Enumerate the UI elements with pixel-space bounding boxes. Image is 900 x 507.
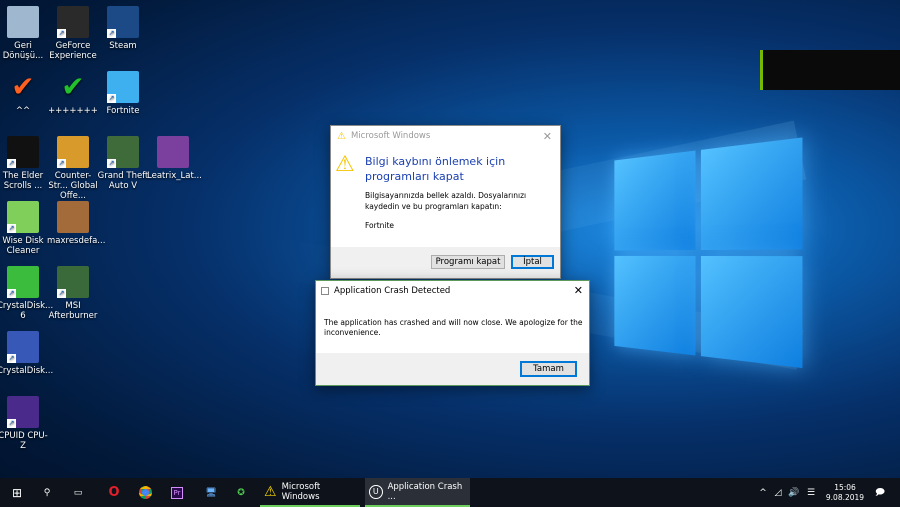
cancel-button[interactable]: İptal bbox=[511, 255, 554, 269]
desktop-icon-label: CrystalDisk... 6 bbox=[0, 301, 54, 321]
image-file-icon bbox=[57, 201, 89, 233]
desktop-icon-label: Steam bbox=[109, 41, 137, 51]
crystaldisk-icon: ↗ bbox=[7, 266, 39, 298]
keyboard-icon[interactable]: ☰ bbox=[802, 478, 820, 507]
clock[interactable]: 15:06 9.08.2019 bbox=[822, 478, 868, 507]
dialog-message: Bilgisayarınızda bellek azaldı. Dosyalar… bbox=[365, 191, 527, 211]
shortcut-arrow-icon: ↗ bbox=[57, 159, 66, 168]
taskbar: ⊞ ⚲ ▭ O Pr 🖥 ✪ ⚠ Microsoft Windows U Appli… bbox=[0, 478, 900, 507]
desktop-icon[interactable]: Geri Dönüşü... bbox=[0, 6, 49, 61]
desktop-icon[interactable]: ↗ CPUID CPU-Z bbox=[0, 396, 49, 451]
program-name: Fortnite bbox=[365, 221, 395, 230]
desktop-icon-label: The Elder Scrolls ... bbox=[2, 171, 44, 191]
opera-icon[interactable]: O bbox=[98, 478, 130, 507]
desktop-icon[interactable]: ↗ Wise Disk Cleaner bbox=[0, 201, 49, 256]
dialog-title: Microsoft Windows bbox=[350, 131, 431, 141]
shortcut-arrow-icon: ↗ bbox=[107, 159, 116, 168]
fortnite-icon: ↗ bbox=[107, 71, 139, 103]
crystaldisk-info-icon: ↗ bbox=[7, 331, 39, 363]
search-icon[interactable]: ⚲ bbox=[34, 478, 60, 507]
overlay-widget bbox=[760, 50, 900, 90]
windows-logo bbox=[614, 137, 807, 373]
desktop-icon[interactable]: ↗ CrystalDisk... bbox=[0, 331, 54, 376]
desktop-icon-label: CPUID CPU-Z bbox=[0, 431, 48, 451]
desktop-icon[interactable]: ↗ CrystalDisk... 6 bbox=[0, 266, 54, 321]
desktop-icon[interactable]: ↗ MSI Afterburner bbox=[47, 266, 99, 321]
wise-disk-cleaner-icon: ↗ bbox=[7, 201, 39, 233]
app-icon bbox=[321, 286, 329, 295]
elder-scrolls-icon: ↗ bbox=[7, 136, 39, 168]
shortcut-arrow-icon: ↗ bbox=[7, 419, 16, 428]
msi-afterburner-icon: ↗ bbox=[57, 266, 89, 298]
orange-check-icon: ✔ bbox=[11, 70, 35, 103]
desktop-icon-label: ^^ bbox=[15, 106, 31, 116]
windows-start-icon: ⊞ bbox=[11, 485, 23, 500]
desktop-icon-label: Grand Theft Auto V bbox=[97, 171, 149, 191]
dialog-application-crash: Application Crash Detected ✕ The applica… bbox=[315, 280, 590, 386]
green-check-icon: ✔ bbox=[61, 70, 85, 103]
desktop-icon[interactable]: ↗ Steam bbox=[97, 6, 149, 51]
close-programs-button[interactable]: Programı kapat bbox=[431, 255, 505, 269]
desktop-icon[interactable]: maxresdefa... bbox=[47, 201, 106, 246]
chrome-icon[interactable] bbox=[130, 478, 160, 507]
premiere-icon[interactable]: Pr bbox=[162, 478, 192, 507]
desktop-icon-label: MSI Afterburner bbox=[48, 301, 98, 321]
desktop-icon-label: Fortnite bbox=[106, 106, 140, 116]
shortcut-arrow-icon: ↗ bbox=[7, 354, 16, 363]
desktop-icon[interactable]: ↗ Counter-Str... Global Offe... bbox=[47, 136, 99, 201]
desktop-icon-label: maxresdefa... bbox=[47, 236, 106, 246]
winrar-icon bbox=[157, 136, 189, 168]
csgo-icon: ↗ bbox=[57, 136, 89, 168]
task-application-crash[interactable]: U Application Crash ... bbox=[365, 478, 470, 507]
desktop-icon[interactable]: Leatrix_Lat... bbox=[147, 136, 202, 181]
shortcut-arrow-icon: ↗ bbox=[107, 29, 116, 38]
desktop-icon[interactable]: ✔ ^^ bbox=[0, 70, 49, 117]
desktop-icon-label: +++++++ bbox=[48, 106, 98, 116]
desktop-icon-label: Leatrix_Lat... bbox=[147, 171, 202, 181]
dialog-message: The application has crashed and will now… bbox=[324, 318, 583, 337]
warning-icon: ⚠ bbox=[264, 483, 277, 500]
shortcut-arrow-icon: ↗ bbox=[107, 94, 116, 103]
task-view-icon[interactable]: ▭ bbox=[62, 478, 94, 507]
recycle-bin-icon bbox=[7, 6, 39, 38]
close-icon[interactable]: ✕ bbox=[543, 130, 552, 143]
shortcut-arrow-icon: ↗ bbox=[57, 289, 66, 298]
gta-icon: ↗ bbox=[107, 136, 139, 168]
close-icon[interactable]: ✕ bbox=[574, 284, 583, 297]
unreal-icon: U bbox=[369, 484, 383, 499]
warning-icon: ⚠ bbox=[337, 130, 346, 142]
steam-icon: ↗ bbox=[107, 6, 139, 38]
desktop-icon-label: GeForce Experience bbox=[49, 41, 97, 61]
desktop-icon[interactable]: ↗ Grand Theft Auto V bbox=[97, 136, 149, 191]
dialog-microsoft-windows: ⚠ Microsoft Windows ✕ ⚠ Bilgi kaybını ön… bbox=[330, 125, 561, 279]
network-app-icon[interactable]: 🖥 bbox=[196, 478, 226, 507]
geforce-icon: ↗ bbox=[57, 6, 89, 38]
shortcut-arrow-icon: ↗ bbox=[7, 224, 16, 233]
desktop-icon-label: Wise Disk Cleaner bbox=[2, 236, 44, 256]
shortcut-arrow-icon: ↗ bbox=[57, 29, 66, 38]
desktop-icon[interactable]: ↗ GeForce Experience bbox=[47, 6, 99, 61]
ok-button[interactable]: Tamam bbox=[520, 361, 577, 377]
show-hidden-icons-button[interactable]: ^ bbox=[756, 478, 770, 507]
shortcut-arrow-icon: ↗ bbox=[7, 289, 16, 298]
desktop-icon[interactable]: ↗ The Elder Scrolls ... bbox=[0, 136, 49, 191]
desktop-icon-label: CrystalDisk... bbox=[0, 366, 54, 376]
dialog-heading: Bilgi kaybını önlemek için programları k… bbox=[365, 155, 506, 183]
desktop-icon-label: Counter-Str... Global Offe... bbox=[48, 171, 98, 201]
volume-icon[interactable]: 🔊 bbox=[786, 478, 802, 507]
task-microsoft-windows[interactable]: ⚠ Microsoft Windows bbox=[260, 478, 360, 507]
cpuz-icon: ↗ bbox=[7, 396, 39, 428]
desktop-icon[interactable]: ↗ Fortnite bbox=[97, 71, 149, 116]
start-button[interactable]: ⊞ bbox=[0, 478, 34, 507]
shortcut-arrow-icon: ↗ bbox=[7, 159, 16, 168]
desktop-icon[interactable]: ✔ +++++++ bbox=[47, 70, 99, 117]
network-icon[interactable]: ◿ bbox=[770, 478, 786, 507]
desktop-icon-label: Geri Dönüşü... bbox=[2, 41, 44, 61]
notification-icon[interactable]: 🗩 bbox=[870, 478, 890, 507]
warning-icon: ⚠ bbox=[335, 152, 355, 177]
dialog-title: Application Crash Detected bbox=[334, 285, 451, 296]
xbox-icon[interactable]: ✪ bbox=[226, 478, 256, 507]
